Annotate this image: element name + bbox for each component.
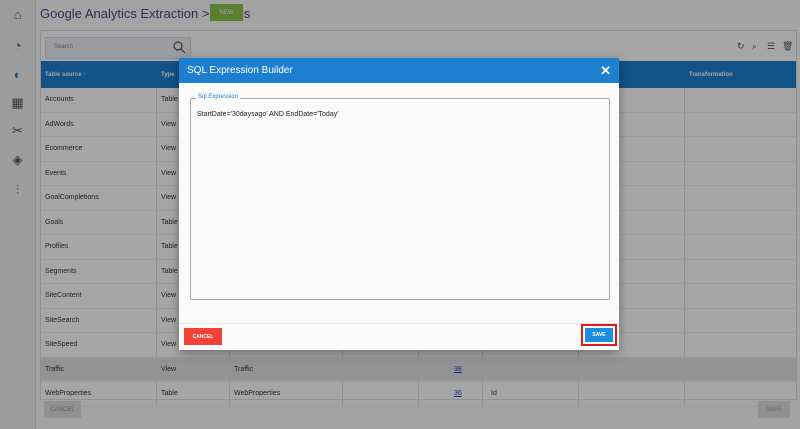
sql-expression-text[interactable]: StartDate='30daysago' AND EndDate='Today… [197, 111, 339, 118]
sql-expression-field[interactable]: Sql Expression StartDate='30daysago' AND… [190, 94, 610, 300]
sql-expression-dialog: SQL Expression Builder ✕ Sql Expression … [179, 58, 619, 350]
sql-expression-label: Sql Expression [196, 94, 241, 100]
save-highlight: SAVE [581, 324, 617, 346]
dialog-save-button[interactable]: SAVE [585, 328, 613, 342]
close-icon[interactable]: ✕ [600, 63, 611, 79]
dialog-cancel-button[interactable]: CANCEL [184, 328, 222, 345]
dialog-divider [179, 323, 619, 324]
dialog-header: SQL Expression Builder ✕ [179, 58, 619, 83]
dialog-title: SQL Expression Builder [187, 65, 293, 76]
